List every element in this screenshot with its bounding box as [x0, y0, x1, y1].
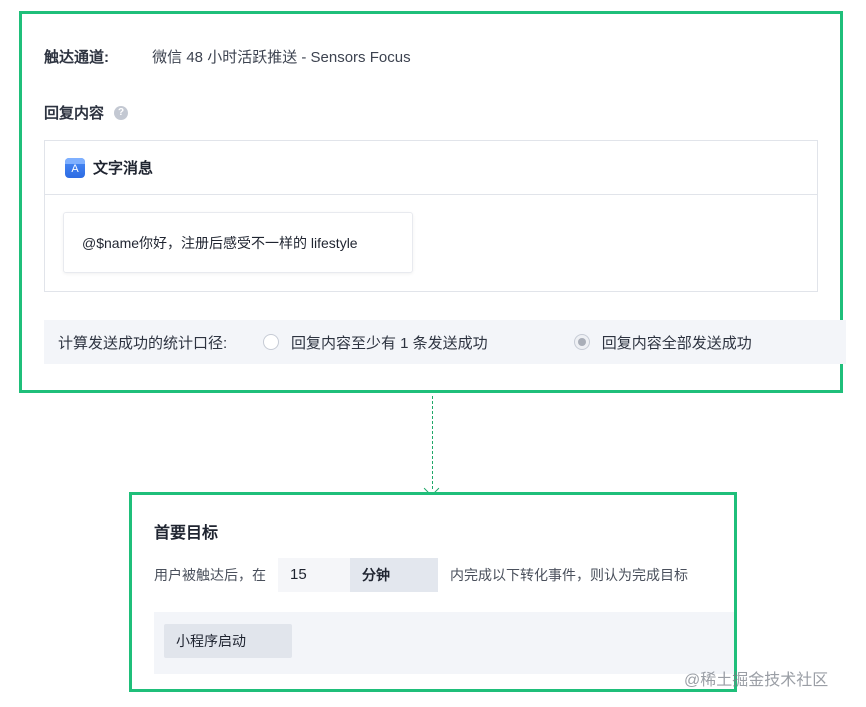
message-panel: A 文字消息 @$name你好，注册后感受不一样的 lifestyle [44, 140, 818, 292]
radio-all-success[interactable]: 回复内容全部发送成功 [573, 332, 752, 353]
text-message-icon: A [65, 157, 85, 178]
message-panel-header: A 文字消息 [45, 141, 817, 195]
goal-config-highlight: 首要目标 用户被触达后，在 15 分钟 内完成以下转化事件，则认为完成目标 小程… [129, 492, 737, 692]
goal-condition-row: 用户被触达后，在 15 分钟 内完成以下转化事件，则认为完成目标 [154, 558, 688, 592]
goal-title: 首要目标 [154, 525, 219, 542]
message-text: @$name你好，注册后感受不一样的 lifestyle [82, 234, 358, 251]
event-chip[interactable]: 小程序启动 [164, 624, 292, 658]
help-icon[interactable]: ? [114, 105, 129, 120]
success-criteria-label: 计算发送成功的统计口径: [58, 334, 228, 352]
success-criteria-bar: 计算发送成功的统计口径: 回复内容至少有 1 条发送成功 回复内容全部发送成功 [44, 320, 846, 364]
goal-prefix-text: 用户被触达后，在 [154, 567, 266, 583]
radio-checked-icon[interactable] [573, 334, 590, 350]
channel-row: 触达通道: 微信 48 小时活跃推送 - Sensors Focus [44, 46, 411, 67]
message-card[interactable]: @$name你好，注册后感受不一样的 lifestyle [63, 212, 413, 273]
radio-unchecked-icon[interactable] [263, 334, 279, 350]
dashed-connector [432, 396, 433, 489]
radio-at-least-one-label: 回复内容至少有 1 条发送成功 [291, 334, 488, 352]
reply-config-highlight: 触达通道: 微信 48 小时活跃推送 - Sensors Focus 回复内容 … [19, 11, 846, 393]
reply-content-title: 回复内容 ? [44, 102, 129, 123]
time-unit-select[interactable]: 分钟 [350, 558, 438, 592]
channel-value: 微信 48 小时活跃推送 - Sensors Focus [152, 49, 411, 66]
conversion-events-area: 小程序启动 [154, 612, 734, 674]
watermark: @稀土掘金技术社区 [684, 672, 829, 689]
radio-all-success-label: 回复内容全部发送成功 [601, 334, 752, 352]
message-type-title: 文字消息 [93, 160, 154, 177]
channel-label: 触达通道: [44, 49, 109, 66]
time-window-input[interactable]: 15 [278, 558, 350, 592]
reply-content-label: 回复内容 [44, 105, 105, 122]
radio-at-least-one[interactable]: 回复内容至少有 1 条发送成功 [263, 332, 488, 353]
goal-suffix-text: 内完成以下转化事件，则认为完成目标 [450, 567, 688, 583]
